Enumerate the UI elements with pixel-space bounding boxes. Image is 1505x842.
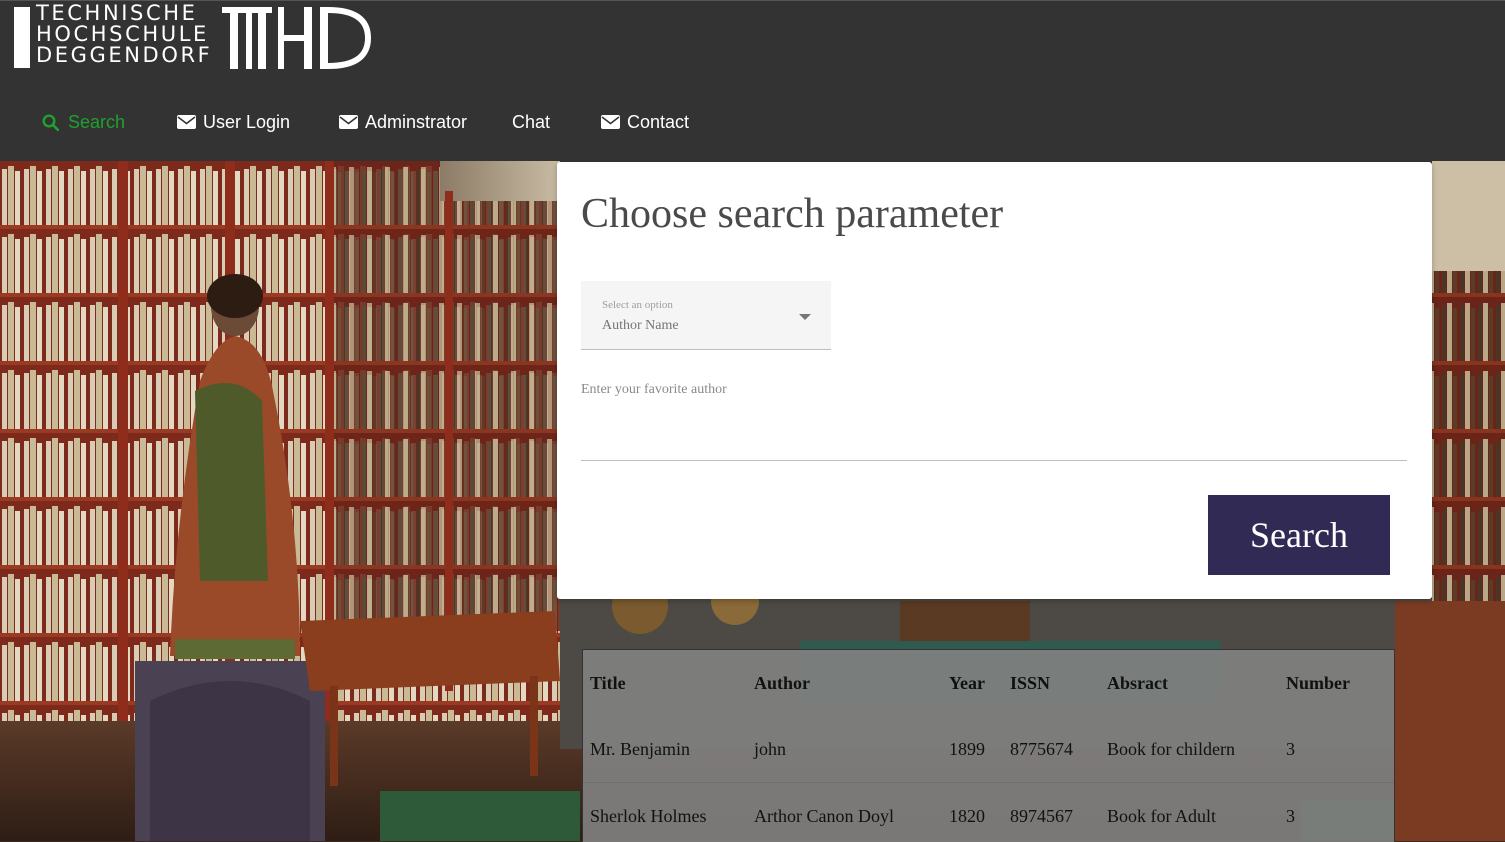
cell-abstract: Book for childern: [1100, 716, 1279, 783]
logo-line-2: HOCHSCHULE: [36, 24, 212, 45]
search-icon: [42, 113, 62, 131]
nav-contact[interactable]: Contact: [601, 109, 689, 135]
cell-author: john: [747, 716, 942, 783]
cell-author: Arthor Canon Doyl: [747, 783, 942, 842]
envelope-icon: [339, 113, 359, 131]
column-header-year: Year: [942, 650, 1003, 716]
cell-year: 1820: [942, 783, 1003, 842]
table-row: Sherlok Holmes Arthor Canon Doyl 1820 89…: [583, 783, 1394, 842]
logo-text[interactable]: TECHNISCHE HOCHSCHULE DEGGENDORF: [36, 3, 212, 66]
author-input[interactable]: [581, 408, 1407, 461]
column-header-issn: ISSN: [1003, 650, 1100, 716]
envelope-icon: [601, 113, 621, 131]
cell-issn: 8974567: [1003, 783, 1100, 842]
nav-administrator-label: Adminstrator: [365, 112, 467, 133]
cell-title: Mr. Benjamin: [583, 716, 747, 783]
nav-search-label: Search: [68, 112, 125, 133]
results-table: Title Author Year ISSN Absract Number Mr…: [582, 649, 1395, 842]
envelope-icon: [177, 113, 197, 131]
cell-year: 1899: [942, 716, 1003, 783]
cell-abstract: Book for Adult: [1100, 783, 1279, 842]
chevron-down-icon: [799, 314, 811, 320]
cell-number: 3: [1279, 783, 1394, 842]
search-parameter-select[interactable]: Select an option Author Name: [581, 281, 831, 350]
site-header: TECHNISCHE HOCHSCHULE DEGGENDORF Search: [0, 0, 1505, 162]
search-button[interactable]: Search: [1208, 495, 1390, 575]
logo-line-3: DEGGENDORF: [36, 45, 212, 66]
logo-bar: [14, 7, 30, 68]
column-header-number: Number: [1279, 650, 1394, 716]
nav-chat[interactable]: Chat: [512, 109, 550, 135]
thd-logo-mark[interactable]: [222, 7, 372, 69]
select-label: Select an option: [602, 299, 673, 311]
author-input-label: Enter your favorite author: [581, 382, 727, 398]
nav-user-login-label: User Login: [203, 112, 290, 133]
select-value: Author Name: [602, 318, 679, 334]
column-header-title: Title: [583, 650, 747, 716]
table-header-row: Title Author Year ISSN Absract Number: [583, 650, 1394, 716]
table-row: Mr. Benjamin john 1899 8775674 Book for …: [583, 716, 1394, 783]
nav-user-login[interactable]: User Login: [177, 109, 290, 135]
column-header-abstract: Absract: [1100, 650, 1279, 716]
cell-number: 3: [1279, 716, 1394, 783]
nav-search[interactable]: Search: [42, 109, 125, 135]
logo-line-1: TECHNISCHE: [36, 3, 212, 24]
page-title: Choose search parameter: [581, 190, 1003, 238]
cell-issn: 8775674: [1003, 716, 1100, 783]
column-header-author: Author: [747, 650, 942, 716]
nav-administrator[interactable]: Adminstrator: [339, 109, 467, 135]
cell-title: Sherlok Holmes: [583, 783, 747, 842]
nav-chat-label: Chat: [512, 112, 550, 133]
search-card: Choose search parameter Select an option…: [557, 162, 1432, 599]
nav-contact-label: Contact: [627, 112, 689, 133]
